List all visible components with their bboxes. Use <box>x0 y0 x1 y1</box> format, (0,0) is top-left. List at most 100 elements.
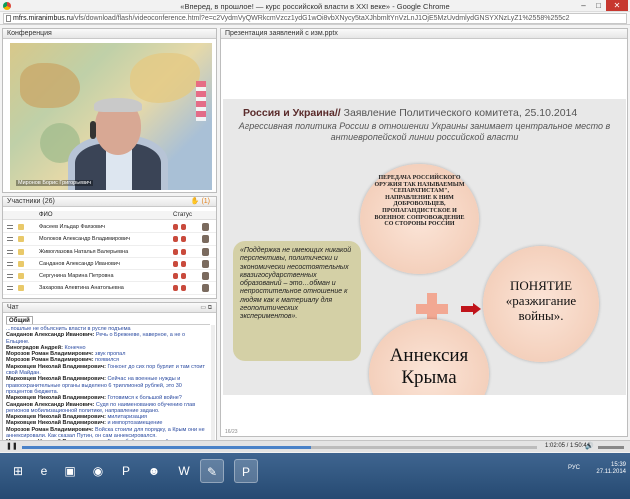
camera-icon <box>181 273 186 280</box>
volume-icon[interactable]: 🔊 <box>585 443 595 451</box>
participant-row[interactable]: Живоглазова Наталья Валерьевна <box>3 246 216 258</box>
windows-start-icon[interactable]: ⊞ <box>6 459 30 483</box>
camera-icon <box>181 236 186 243</box>
avatar <box>202 235 209 244</box>
chat-messages: ...пошлые не объяснить власти в русле по… <box>6 324 210 447</box>
camera-icon <box>181 260 186 267</box>
mic-icon <box>173 248 178 255</box>
avatar <box>202 223 209 231</box>
playback-bar: ❚❚ 1:02:05 / 1:50:44 🔊 <box>0 440 630 452</box>
chat-text: Готовимся к большой войне? <box>105 395 182 402</box>
powerpoint-icon[interactable]: P <box>234 459 258 483</box>
camera-icon <box>181 224 186 230</box>
camera-icon <box>181 285 186 292</box>
chrome-icon[interactable]: ◉ <box>86 459 110 483</box>
lock-icon <box>18 236 24 243</box>
chat-author: Морозов Роман Владимирович: <box>6 426 94 433</box>
chat-message: Марковцев Николай Владимирович: Гонконг … <box>6 364 210 377</box>
paint-icon[interactable]: ✎ <box>200 459 224 483</box>
avatar <box>202 284 209 293</box>
minimize-button[interactable]: – <box>576 0 591 11</box>
window-controls: – □ ✕ <box>576 0 628 11</box>
mic-icon <box>173 273 178 280</box>
presentation-panel: Презентация заявлений с изм.pptx Россия … <box>220 28 628 437</box>
folder-icon[interactable]: ▣ <box>58 459 82 483</box>
participants-list: Фасеев Ильдар Фаязович Молоков Александр… <box>3 221 216 295</box>
slide: Россия и Украина// Заявление Политическо… <box>223 99 626 395</box>
pause-button[interactable]: ❚❚ <box>6 443 18 451</box>
chat-author: Марковцев Николай Владимирович: <box>6 363 106 370</box>
lock-icon <box>18 285 24 292</box>
map-region <box>20 63 80 108</box>
chat-author: Санданов Александр Иванович: <box>6 401 95 408</box>
url-field[interactable]: mfrs.miranimbus.ru/vfs/download/flash/vi… <box>3 13 627 24</box>
lock-icon <box>18 224 24 230</box>
page-number: 16/23 <box>225 429 238 435</box>
tray-lang[interactable]: РУС <box>568 465 580 471</box>
avatar <box>202 247 209 256</box>
menu-icon[interactable] <box>7 286 13 291</box>
speaker-caption: Миронов Борис Григорьевич <box>16 180 93 186</box>
participant-name: Молоков Александр Владимирович <box>39 236 130 243</box>
chat-text: Конечно <box>62 344 86 351</box>
ppt-icon[interactable]: P <box>114 459 138 483</box>
participants-header: Участники (26) ✋ (1) <box>3 197 216 207</box>
avatar <box>202 259 209 268</box>
chat-text: звук пропал <box>93 351 126 358</box>
menu-icon[interactable] <box>7 249 13 254</box>
chat-text: и импортозамещение <box>105 420 163 427</box>
mic-icon <box>173 224 178 230</box>
tab-general[interactable]: Общий <box>6 316 33 324</box>
volume-slider[interactable] <box>598 446 624 449</box>
minimize-panel-icon[interactable]: ▭ <box>200 305 206 311</box>
menu-icon[interactable] <box>7 237 13 242</box>
chat-scrollbar[interactable] <box>211 325 215 446</box>
detach-panel-icon[interactable]: ⧉ <box>208 305 212 311</box>
chat-message: Морозов Роман Владимирович: Войска стоил… <box>6 427 210 440</box>
chat-header: Чат <box>3 303 216 313</box>
maximize-button[interactable]: □ <box>591 0 606 11</box>
lock-icon <box>18 248 24 255</box>
chat-author: Марковцев Николай Владимирович: <box>6 376 106 383</box>
clock-date: 27.11.2014 <box>596 469 626 475</box>
tray-clock[interactable]: 15:39 27.11.2014 <box>596 462 626 476</box>
quote-box: «Поддержка не имеющих никакой перспектив… <box>233 241 361 361</box>
participant-row[interactable]: Молоков Александр Владимирович <box>3 233 216 246</box>
hand-raise-toggle[interactable]: ✋ (1) <box>191 197 210 206</box>
conference-header: Конференция <box>3 29 216 39</box>
video-feed: Миронов Борис Григорьевич <box>10 43 212 190</box>
menu-icon[interactable] <box>7 274 13 279</box>
chat-message: Марковцев Николай Владимирович: Сейчас н… <box>6 376 210 395</box>
column-status[interactable]: Статус <box>173 211 192 220</box>
user-icon[interactable]: ☻ <box>142 459 166 483</box>
participant-name: Захарова Алевтина Анатольевна <box>39 285 124 292</box>
participant-row[interactable]: Сергунина Марина Петровна <box>3 270 216 283</box>
chat-text: появился <box>93 357 120 364</box>
menu-icon[interactable] <box>7 225 13 229</box>
progress-fill <box>22 446 311 449</box>
menu-icon[interactable] <box>7 261 13 266</box>
participant-name: Сергунина Марина Петровна <box>39 273 114 280</box>
chat-author: Морозов Роман Владимирович: <box>6 357 94 364</box>
participants-panel: Участники (26) ✋ (1) ФИО Статус Фасеев И… <box>2 196 217 299</box>
participants-title: Участники (26) <box>7 198 55 205</box>
participant-row[interactable]: Санданов Александр Иванович <box>3 258 216 271</box>
headset-icon <box>90 121 96 139</box>
playback-time: 1:02:05 / 1:50:44 <box>545 443 591 449</box>
word-icon[interactable]: W <box>172 459 196 483</box>
slide-title-rest: Заявление Политического комитета, 25.10.… <box>340 107 578 119</box>
participant-row[interactable]: Захарова Алевтина Анатольевна <box>3 282 216 295</box>
chat-text: ...пошлые не объяснить власти в русле по… <box>6 326 131 332</box>
close-button[interactable]: ✕ <box>606 0 628 11</box>
progress-track[interactable] <box>22 446 537 449</box>
circle-crimea-text: Аннексия Крыма <box>389 345 469 388</box>
url-host: mfrs.miranimbus.ru <box>13 15 73 22</box>
arrow-right-icon <box>461 306 473 312</box>
ie-icon[interactable]: e <box>32 459 56 483</box>
mic-icon <box>173 285 178 292</box>
participant-row[interactable]: Фасеев Ильдар Фаязович <box>3 221 216 234</box>
column-fio[interactable]: ФИО <box>39 211 53 220</box>
url-path: /vfs/download/flash/videoconference.html… <box>72 15 570 22</box>
window-titlebar: «Вперед, в прошлое! — курс российской вл… <box>0 0 630 12</box>
slide-subtitle: Агрессивная политика России в отношении … <box>238 121 611 142</box>
